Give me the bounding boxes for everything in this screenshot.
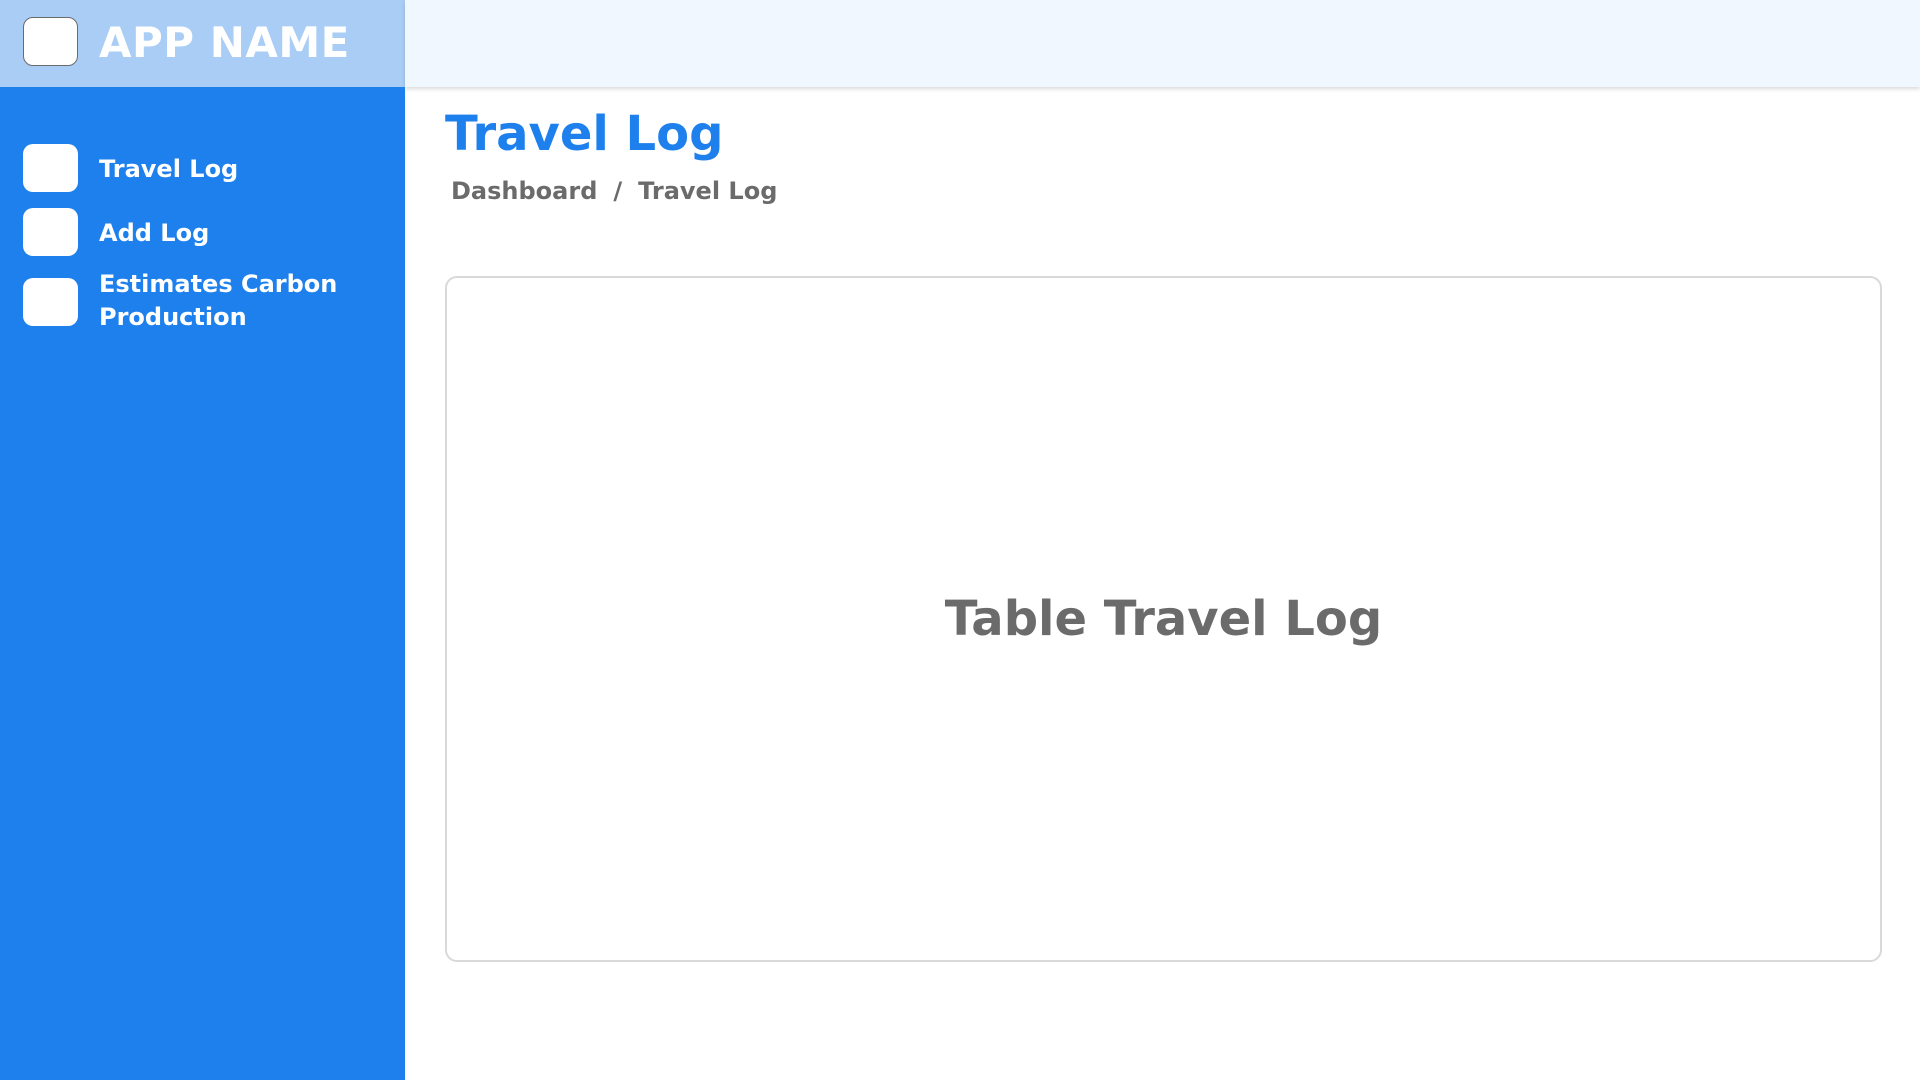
add-log-icon <box>23 208 78 256</box>
sidebar-item-add-log[interactable]: Add Log <box>0 208 405 258</box>
app: APP NAME Travel Log Add Log Estimates Ca… <box>0 0 1920 1080</box>
travel-log-icon <box>23 144 78 192</box>
sidebar-item-label: Add Log <box>99 219 210 247</box>
sidebar: Travel Log Add Log Estimates Carbon Prod… <box>0 87 405 1080</box>
travel-log-table-card: Table Travel Log <box>445 276 1882 962</box>
top-header <box>405 0 1920 87</box>
sidebar-item-label: Travel Log <box>99 155 239 183</box>
sidebar-brand: APP NAME <box>0 0 405 87</box>
sidebar-item-travel-log[interactable]: Travel Log <box>0 144 405 194</box>
app-logo-icon[interactable] <box>23 17 78 66</box>
breadcrumb-dashboard[interactable]: Dashboard <box>451 177 597 205</box>
breadcrumb-separator: / <box>613 177 623 205</box>
app-name: APP NAME <box>99 18 350 67</box>
sidebar-item-label: Estimates Carbon Production <box>99 270 338 331</box>
breadcrumb: Dashboard / Travel Log <box>451 177 777 205</box>
breadcrumb-current: Travel Log <box>638 177 778 205</box>
carbon-estimate-icon <box>23 278 78 326</box>
sidebar-item-estimates-carbon[interactable]: Estimates Carbon Production <box>0 270 405 344</box>
page-title: Travel Log <box>445 106 724 162</box>
table-placeholder: Table Travel Log <box>944 591 1383 647</box>
